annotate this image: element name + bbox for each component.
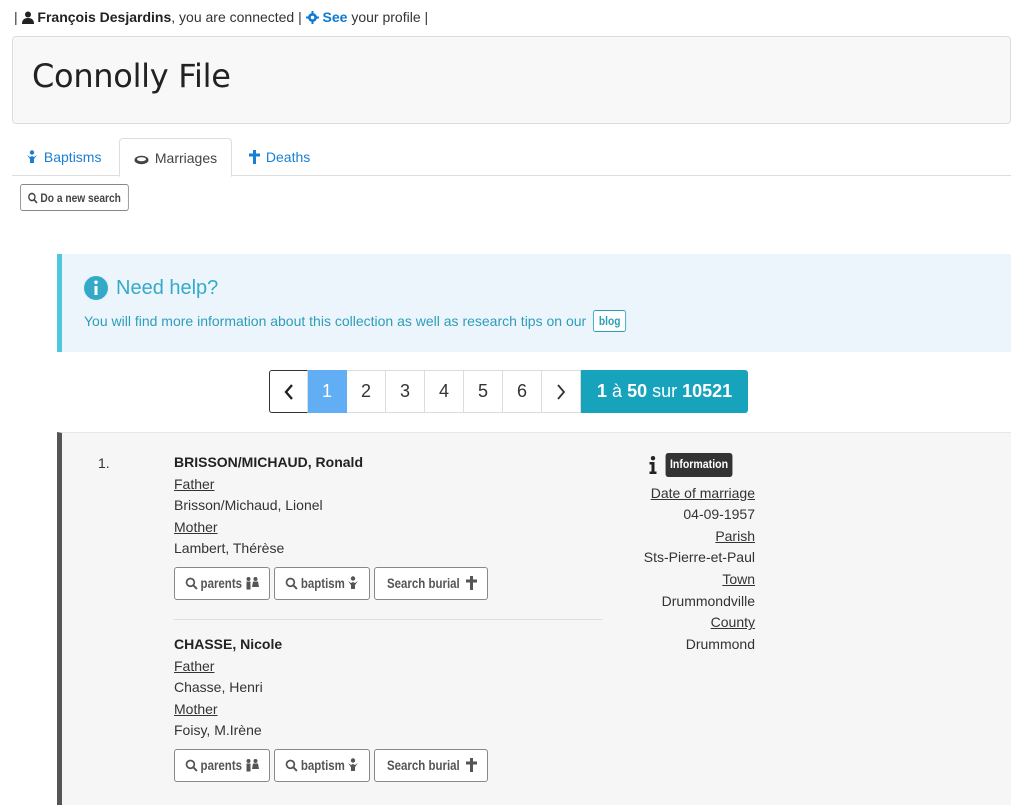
total-count: 10521 bbox=[682, 381, 733, 401]
page-header: Connolly File bbox=[12, 36, 1011, 124]
button-label: parents bbox=[200, 574, 243, 591]
search-icon bbox=[28, 192, 38, 204]
cross-icon bbox=[465, 576, 477, 591]
spouse-2: CHASSE, Nicole Father Chasse, Henri Moth… bbox=[174, 634, 604, 782]
search-icon bbox=[185, 577, 198, 590]
search-burial-button[interactable]: Search burial bbox=[374, 748, 488, 782]
father-name: Brisson/Michaud, Lionel bbox=[174, 497, 323, 514]
search-baptism-button[interactable]: baptism bbox=[273, 566, 371, 600]
help-alert: Need help? You will find more informatio… bbox=[57, 254, 1011, 352]
profile-text: your profile | bbox=[351, 9, 429, 25]
marriage-information: Information Date of marriage 04-09-1957 … bbox=[637, 453, 755, 655]
info-icon bbox=[84, 276, 108, 300]
page-1[interactable]: 1 bbox=[308, 370, 347, 413]
spouse-actions: parents baptism Search burial bbox=[174, 566, 604, 600]
help-title: Need help? bbox=[84, 276, 218, 300]
button-label: Search burial bbox=[387, 574, 460, 591]
spouse-1: BRISSON/MICHAUD, Ronald Father Brisson/M… bbox=[174, 452, 604, 600]
next-page-button[interactable] bbox=[542, 370, 581, 413]
mother-label: Mother bbox=[174, 700, 218, 717]
tab-marriages[interactable]: Marriages bbox=[119, 138, 233, 177]
user-icon bbox=[21, 11, 34, 24]
father-name: Chasse, Henri bbox=[174, 679, 263, 696]
tab-label: Baptisms bbox=[43, 149, 102, 165]
chevron-left-icon bbox=[283, 383, 293, 400]
mother-name: Lambert, Thérèse bbox=[174, 540, 285, 557]
marriage-record: 1. BRISSON/MICHAUD, Ronald Father Brisso… bbox=[57, 432, 1011, 805]
date-label: Date of marriage bbox=[650, 484, 755, 501]
chevron-right-icon bbox=[557, 383, 566, 400]
button-label: baptism bbox=[300, 574, 345, 591]
page-4[interactable]: 4 bbox=[425, 370, 464, 413]
father-label: Father bbox=[174, 475, 215, 492]
search-baptism-button[interactable]: baptism bbox=[273, 748, 371, 782]
marriage-date: 04-09-1957 bbox=[683, 506, 755, 523]
help-text-line: You will find more information about thi… bbox=[84, 310, 630, 332]
spouse-actions: parents baptism Search burial bbox=[174, 748, 604, 782]
page-title: Connolly File bbox=[32, 57, 231, 95]
tab-deaths[interactable]: Deaths bbox=[235, 138, 324, 176]
spouse-name: CHASSE, Nicole bbox=[174, 636, 283, 652]
gear-icon bbox=[305, 11, 319, 24]
mother-name: Foisy, M.Irène bbox=[174, 722, 262, 739]
baptism-icon bbox=[348, 758, 359, 772]
tab-label: Deaths bbox=[265, 149, 311, 165]
tab-label: Marriages bbox=[154, 150, 218, 166]
search-parents-button[interactable]: parents bbox=[174, 566, 270, 600]
new-search-button[interactable]: Do a new search bbox=[20, 184, 129, 211]
parents-icon bbox=[246, 758, 259, 772]
range-word: à bbox=[612, 381, 623, 401]
page-5[interactable]: 5 bbox=[464, 370, 503, 413]
blog-button[interactable]: blog bbox=[593, 310, 627, 332]
prev-page-button[interactable] bbox=[269, 370, 308, 413]
search-parents-button[interactable]: parents bbox=[174, 748, 270, 782]
rings-icon bbox=[134, 155, 149, 165]
range-from: 1 bbox=[597, 381, 608, 401]
total-word: sur bbox=[652, 381, 678, 401]
cross-icon bbox=[249, 150, 260, 164]
new-search-label: Do a new search bbox=[40, 190, 121, 205]
town-value: Drummondville bbox=[661, 592, 755, 609]
mother-label: Mother bbox=[174, 518, 218, 535]
button-label: Search burial bbox=[387, 756, 460, 773]
help-title-text: Need help? bbox=[116, 276, 219, 299]
father-label: Father bbox=[174, 657, 215, 674]
county-label: County bbox=[710, 614, 755, 631]
range-to: 50 bbox=[627, 381, 648, 401]
see-profile-link[interactable]: See bbox=[323, 9, 348, 25]
parish-label: Parish bbox=[715, 527, 755, 544]
separator: | bbox=[14, 9, 18, 25]
search-burial-button[interactable]: Search burial bbox=[374, 566, 488, 600]
information-tag: Information bbox=[665, 453, 733, 477]
user-bar: | François Desjardins, you are connected… bbox=[14, 9, 428, 25]
parish-value: Sts-Pierre-et-Paul bbox=[643, 549, 755, 566]
spouse-divider bbox=[174, 619, 602, 620]
baptism-icon bbox=[27, 150, 37, 163]
tab-baptisms[interactable]: Baptisms bbox=[12, 138, 115, 176]
baptism-icon bbox=[348, 576, 359, 590]
button-label: baptism bbox=[300, 756, 345, 773]
information-header: Information bbox=[649, 453, 755, 477]
page-3[interactable]: 3 bbox=[386, 370, 425, 413]
page-6[interactable]: 6 bbox=[503, 370, 542, 413]
info-icon bbox=[649, 455, 657, 474]
result-count: 1 à 50 sur 10521 bbox=[581, 370, 749, 413]
search-icon bbox=[185, 759, 198, 772]
connected-text: , you are connected | bbox=[171, 9, 302, 25]
record-number: 1. bbox=[98, 455, 110, 471]
search-icon bbox=[285, 577, 298, 590]
cross-icon bbox=[465, 758, 477, 773]
spouse-name: BRISSON/MICHAUD, Ronald bbox=[174, 454, 363, 470]
county-value: Drummond bbox=[685, 635, 755, 652]
search-icon bbox=[285, 759, 298, 772]
parents-icon bbox=[246, 576, 259, 590]
page-2[interactable]: 2 bbox=[347, 370, 386, 413]
town-label: Town bbox=[722, 570, 755, 587]
pagination: 1 2 3 4 5 6 1 à 50 sur 10521 bbox=[269, 370, 749, 413]
button-label: parents bbox=[200, 756, 243, 773]
help-text: You will find more information about thi… bbox=[84, 313, 587, 329]
username: François Desjardins bbox=[37, 9, 172, 25]
record-type-tabs: Baptisms Marriages Deaths bbox=[12, 138, 1011, 177]
